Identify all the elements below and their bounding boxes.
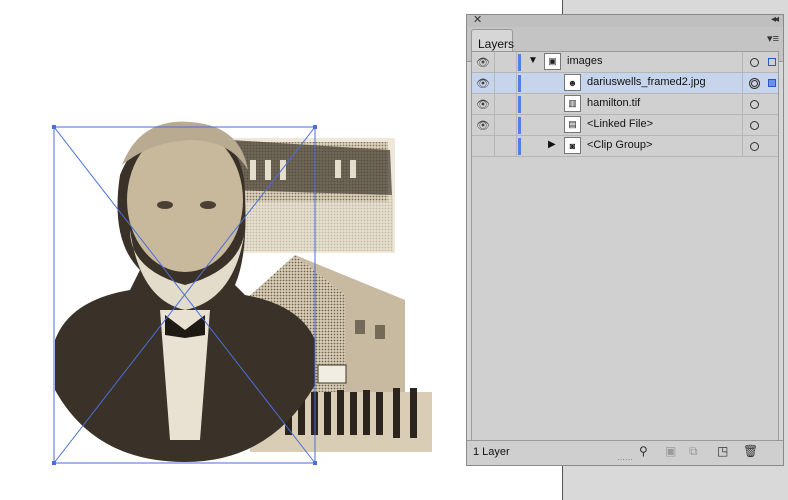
clip-group-thumbnail: ◙ xyxy=(564,137,581,154)
layer-color-bar xyxy=(518,138,521,155)
layer-color-bar xyxy=(518,96,521,113)
layer-thumbnail: ▣ xyxy=(544,53,561,70)
layer-color-bar xyxy=(518,75,521,92)
lock-toggle[interactable] xyxy=(494,94,517,114)
lock-toggle[interactable] xyxy=(494,73,517,93)
search-icon[interactable]: ⚲ xyxy=(639,444,648,458)
eye-icon[interactable]: 👁 xyxy=(472,52,495,72)
selection-indicator[interactable] xyxy=(765,52,778,72)
selection-indicator[interactable] xyxy=(765,136,778,156)
layers-panel: ✕ ◂◂ Layers ▾≡ 👁 ▼ ▣ images 👁 ☻ dariuswe… xyxy=(466,14,784,466)
eye-icon[interactable]: 👁 xyxy=(472,115,495,135)
selection-indicator[interactable] xyxy=(765,115,778,135)
new-layer-icon[interactable]: ◳ xyxy=(717,444,728,458)
layer-row-images[interactable]: 👁 ▼ ▣ images xyxy=(472,52,778,73)
delete-icon[interactable]: 🗑 xyxy=(743,444,758,458)
lock-toggle[interactable] xyxy=(494,115,517,135)
panel-menu-icon[interactable]: ▾≡ xyxy=(767,32,779,45)
collapse-panel-icon[interactable]: ◂◂ xyxy=(771,13,779,27)
expand-triangle-icon[interactable]: ▼ xyxy=(528,55,538,66)
eye-toggle-hidden[interactable] xyxy=(472,136,495,156)
sublayer-icon[interactable]: ⧉ xyxy=(689,444,698,459)
linked-file-thumbnail: ▤ xyxy=(564,116,581,133)
layer-count: 1 Layer xyxy=(473,446,510,458)
layer-color-bar xyxy=(518,117,521,134)
target-circle-icon[interactable] xyxy=(742,94,765,114)
layer-row-dariuswells[interactable]: 👁 ☻ dariuswells_framed2.jpg xyxy=(472,73,778,94)
factory-image[interactable] xyxy=(225,138,395,253)
layer-row-hamilton[interactable]: 👁 ▥ hamilton.tif xyxy=(472,94,778,115)
layer-name[interactable]: <Linked File> xyxy=(587,118,653,130)
layer-name[interactable]: images xyxy=(567,55,602,67)
lock-toggle[interactable] xyxy=(494,52,517,72)
resize-grip-icon[interactable]: ⋯⋯ xyxy=(617,455,633,464)
layer-row-linked-file[interactable]: 👁 ▤ <Linked File> xyxy=(472,115,778,136)
lock-toggle[interactable] xyxy=(494,136,517,156)
layer-name[interactable]: hamilton.tif xyxy=(587,97,640,109)
target-circle-icon[interactable] xyxy=(742,115,765,135)
make-clip-mask-icon[interactable]: ▣ xyxy=(665,444,676,458)
layer-name[interactable]: <Clip Group> xyxy=(587,139,652,151)
target-circle-icon[interactable] xyxy=(742,52,765,72)
target-circle-icon[interactable] xyxy=(742,73,765,93)
building-thumbnail: ▥ xyxy=(564,95,581,112)
selection-indicator[interactable] xyxy=(765,73,778,93)
close-icon[interactable]: ✕ xyxy=(473,13,482,27)
panel-footer: 1 Layer ⚲ ▣ ⧉ ◳ 🗑 ⋯⋯ xyxy=(467,440,783,465)
eye-icon[interactable]: 👁 xyxy=(472,94,495,114)
selection-indicator[interactable] xyxy=(765,94,778,114)
layers-list: 👁 ▼ ▣ images 👁 ☻ dariuswells_framed2.jpg… xyxy=(471,51,779,441)
layer-row-clip-group[interactable]: ▶ ◙ <Clip Group> xyxy=(472,136,778,157)
portrait-thumbnail: ☻ xyxy=(564,74,581,91)
layer-color-bar xyxy=(518,54,521,71)
target-circle-icon[interactable] xyxy=(742,136,765,156)
layer-name[interactable]: dariuswells_framed2.jpg xyxy=(587,76,706,88)
eye-icon[interactable]: 👁 xyxy=(472,73,495,93)
collapsed-triangle-icon[interactable]: ▶ xyxy=(548,139,556,150)
